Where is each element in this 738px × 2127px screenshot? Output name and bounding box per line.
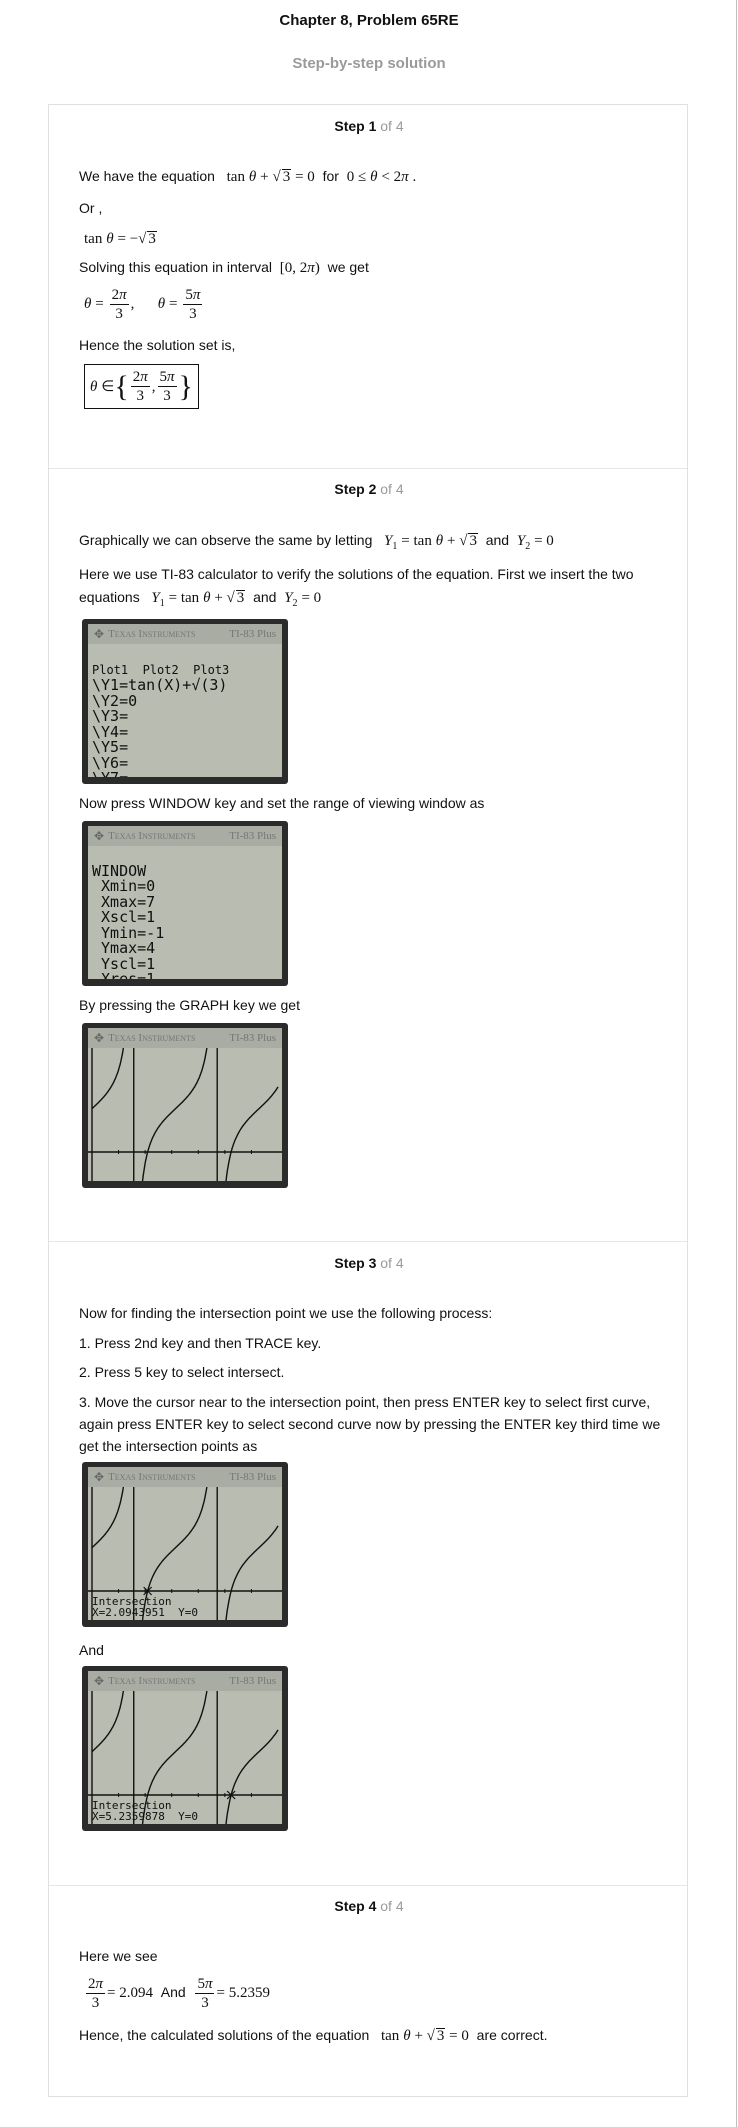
- tan-graph: [88, 1048, 282, 1181]
- window-line: Xres=1: [92, 970, 156, 979]
- graph-key-text: By pressing the GRAPH key we get: [79, 997, 300, 1013]
- calculator-screen: Intersection X=2.0943951 Y=0: [88, 1487, 282, 1620]
- page-title: Chapter 8, Problem 65RE: [279, 12, 459, 29]
- ti-logo-icon: ✥: [94, 828, 105, 843]
- ti83-text: Here we use TI-83 calculator to verify t…: [79, 566, 634, 582]
- window-settings-text: WINDOW Xmin=0 Xmax=7 Xscl=1 Ymin=-1 Ymax…: [92, 848, 164, 979]
- brand-name: Texas Instruments: [108, 1675, 196, 1687]
- step-3-heading: Step 3 of 4: [0, 1255, 738, 1271]
- calculator-brand-bar: ✥ Texas Instruments TI-83 Plus: [88, 624, 282, 644]
- step-divider: [49, 1885, 687, 1886]
- calculator-screen: Plot1 Plot2 Plot3 \Y1=tan(X)+√(3) \Y2=0 …: [88, 644, 282, 777]
- intersection-value: X=2.0943951 Y=0: [92, 1606, 198, 1619]
- calculator-screenshot-y-editor: ✥ Texas Instruments TI-83 Plus Plot1 Plot…: [82, 619, 288, 784]
- and-word: and: [253, 589, 277, 605]
- calculator-screenshot-intersection-2: ✥ Texas Instruments TI-83 Plus Intersecti…: [82, 1666, 288, 1831]
- solving-pre: Solving this equation in interval: [79, 259, 273, 275]
- intersection-value: X=5.2359878 Y=0: [92, 1810, 198, 1823]
- intersection-readout: Intersection X=2.0943951 Y=0: [92, 1596, 198, 1618]
- tan-curve-branch: [91, 1487, 125, 1549]
- and-word: And: [160, 1984, 186, 2000]
- solving-post: we get: [327, 259, 369, 275]
- calculator-screenshot-intersection-1: ✥ Texas Instruments TI-83 Plus Intersecti…: [82, 1462, 288, 1627]
- tan-equation: tan θ = −√ 3: [84, 231, 157, 247]
- here-text: Here we see: [79, 1948, 158, 1964]
- value-1: = 2.094: [107, 1985, 153, 2001]
- calculator-screen: [88, 1048, 282, 1181]
- tan-curve-branch: [91, 1691, 125, 1753]
- page-right-border: [736, 0, 737, 2127]
- for-word: for: [322, 168, 339, 184]
- brand-name: Texas Instruments: [108, 1032, 196, 1044]
- step3-intro: Now for finding the intersection point w…: [79, 1305, 493, 1321]
- page-subtitle: Step-by-step solution: [292, 55, 446, 72]
- numeric-check: 2π 3 = 2.094 And 5π 3 = 5.2359: [86, 1975, 270, 2011]
- and-word: and: [485, 532, 510, 548]
- brand-name: Texas Instruments: [108, 830, 196, 842]
- hence-text: Hence the solution set is,: [79, 337, 236, 353]
- tan-curve-branch: [225, 1525, 279, 1620]
- step-divider: [49, 1241, 687, 1242]
- step-count: of 4: [380, 1898, 404, 1914]
- step-count: of 4: [380, 118, 404, 134]
- graph-text: Graphically we can observe the same by l…: [79, 532, 373, 548]
- or-text: Or ,: [79, 200, 103, 216]
- tan-curve-branch: [141, 1048, 208, 1181]
- calculator-brand-bar: ✥ Texas Instruments TI-83 Plus: [88, 1671, 282, 1691]
- step-label: Step 2: [334, 481, 377, 497]
- window-text: Now press WINDOW key and set the range o…: [79, 795, 485, 811]
- model-name: TI-83 Plus: [229, 1032, 276, 1044]
- ti-logo-icon: ✥: [94, 1030, 105, 1045]
- calculator-screen: Intersection X=5.2359878 Y=0: [88, 1691, 282, 1824]
- step-label: Step 4: [334, 1898, 377, 1914]
- calculator-brand-bar: ✥ Texas Instruments TI-83 Plus: [88, 1028, 282, 1048]
- hence-pre: Hence, the calculated solutions of the e…: [79, 2027, 370, 2043]
- step3-item-1: 1. Press 2nd key and then TRACE key.: [79, 1335, 322, 1351]
- tan-curve-branch: [91, 1048, 125, 1110]
- step-label: Step 1: [334, 118, 377, 134]
- brand-name: Texas Instruments: [108, 628, 196, 640]
- model-name: TI-83 Plus: [229, 628, 276, 640]
- equations-line: equations Y1 = tan θ + √ 3 and Y2 = 0: [79, 589, 322, 609]
- graph-observe-line: Graphically we can observe the same by l…: [79, 532, 554, 552]
- model-name: TI-83 Plus: [229, 830, 276, 842]
- y-line: \Y7=: [92, 769, 128, 777]
- conclusion-line: Hence, the calculated solutions of the e…: [79, 2027, 548, 2044]
- calculator-brand-bar: ✥ Texas Instruments TI-83 Plus: [88, 1467, 282, 1487]
- step3-item-2: 2. Press 5 key to select intersect.: [79, 1364, 285, 1380]
- step-count: of 4: [380, 481, 404, 497]
- solving-line: Solving this equation in interval [0, 2π…: [79, 259, 369, 276]
- step-2-heading: Step 2 of 4: [0, 481, 738, 497]
- calculator-screen: WINDOW Xmin=0 Xmax=7 Xscl=1 Ymin=-1 Ymax…: [88, 846, 282, 979]
- calculator-screenshot-graph: ✥ Texas Instruments TI-83 Plus: [82, 1023, 288, 1188]
- tan-curve-branch: [225, 1729, 279, 1824]
- y-editor-text: Plot1 Plot2 Plot3 \Y1=tan(X)+√(3) \Y2=0 …: [92, 646, 230, 778]
- model-name: TI-83 Plus: [229, 1675, 276, 1687]
- step1-equation-line: We have the equation tan θ + √ 3 = 0 for …: [79, 168, 417, 185]
- brand-name: Texas Instruments: [108, 1471, 196, 1483]
- hence-post: are correct.: [476, 2027, 548, 2043]
- plot-row: Plot1 Plot2 Plot3: [92, 662, 230, 677]
- value-2: = 5.2359: [216, 1985, 270, 2001]
- step1-intro: We have the equation: [79, 168, 215, 184]
- theta-solutions: θ = 2π 3, θ = 5π 3: [84, 286, 203, 322]
- step-count: of 4: [380, 1255, 404, 1271]
- calculator-screenshot-window: ✥ Texas Instruments TI-83 Plus WINDOW Xmi…: [82, 821, 288, 986]
- step-label: Step 3: [334, 1255, 377, 1271]
- and-text: And: [79, 1642, 104, 1658]
- ti-logo-icon: ✥: [94, 1469, 105, 1484]
- step-divider: [49, 468, 687, 469]
- solution-set-box: θ ∈ { 2π 3, 5π 3 }: [84, 364, 199, 409]
- model-name: TI-83 Plus: [229, 1471, 276, 1483]
- ti-logo-icon: ✥: [94, 626, 105, 641]
- tan-curve-branch: [225, 1086, 279, 1181]
- intersection-readout: Intersection X=5.2359878 Y=0: [92, 1800, 198, 1822]
- equations-word: equations: [79, 589, 140, 605]
- ti-logo-icon: ✥: [94, 1673, 105, 1688]
- step-4-heading: Step 4 of 4: [0, 1898, 738, 1914]
- step-1-heading: Step 1 of 4: [0, 118, 738, 134]
- calculator-brand-bar: ✥ Texas Instruments TI-83 Plus: [88, 826, 282, 846]
- step3-item-3: 3. Move the cursor near to the intersect…: [79, 1394, 661, 1454]
